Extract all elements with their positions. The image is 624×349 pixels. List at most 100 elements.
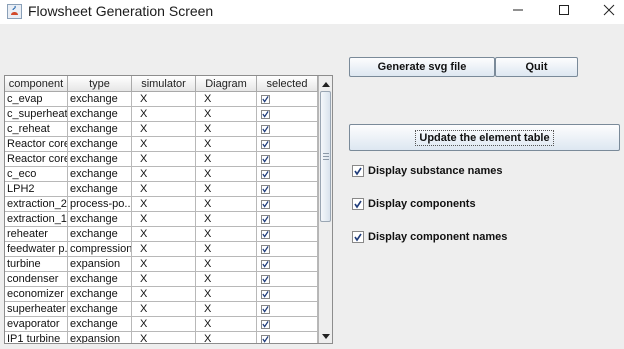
table-row[interactable]: condenser exchange X X xyxy=(5,272,318,287)
checkbox[interactable] xyxy=(352,198,364,210)
column-header-diagram[interactable]: Diagram xyxy=(196,76,257,92)
table-row[interactable]: c_reheat exchange X X xyxy=(5,122,318,137)
cell-diagram[interactable]: X xyxy=(196,332,257,343)
cell-component[interactable]: superheater xyxy=(5,302,68,317)
selected-checkbox[interactable] xyxy=(261,109,270,119)
vertical-scrollbar[interactable] xyxy=(318,76,332,343)
minimize-button[interactable] xyxy=(496,0,540,24)
cell-type[interactable]: process-po... xyxy=(68,197,132,212)
cell-selected[interactable] xyxy=(257,272,318,287)
selected-checkbox[interactable] xyxy=(261,154,270,164)
cell-selected[interactable] xyxy=(257,122,318,137)
cell-simulator[interactable]: X xyxy=(132,212,196,227)
scroll-down-button[interactable] xyxy=(319,329,332,343)
cell-selected[interactable] xyxy=(257,137,318,152)
cell-type[interactable]: exchange xyxy=(68,137,132,152)
cell-type[interactable]: expansion xyxy=(68,332,132,343)
cell-selected[interactable] xyxy=(257,107,318,122)
cell-selected[interactable] xyxy=(257,257,318,272)
cell-selected[interactable] xyxy=(257,242,318,257)
cell-simulator[interactable]: X xyxy=(132,107,196,122)
checkbox[interactable] xyxy=(352,165,364,177)
table-row[interactable]: extraction_1 exchange X X xyxy=(5,212,318,227)
checkbox[interactable] xyxy=(352,231,364,243)
cell-selected[interactable] xyxy=(257,317,318,332)
table-row[interactable]: c_evap exchange X X xyxy=(5,92,318,107)
cell-component[interactable]: Reactor core xyxy=(5,137,68,152)
selected-checkbox[interactable] xyxy=(261,244,270,254)
cell-component[interactable]: feedwater p... xyxy=(5,242,68,257)
table-row[interactable]: reheater exchange X X xyxy=(5,227,318,242)
table-row[interactable]: feedwater p... compression X X xyxy=(5,242,318,257)
cell-diagram[interactable]: X xyxy=(196,107,257,122)
cell-diagram[interactable]: X xyxy=(196,227,257,242)
close-button[interactable] xyxy=(587,0,624,24)
selected-checkbox[interactable] xyxy=(261,199,270,209)
table-row[interactable]: c_superheat exchange X X xyxy=(5,107,318,122)
cell-component[interactable]: reheater xyxy=(5,227,68,242)
cell-simulator[interactable]: X xyxy=(132,167,196,182)
cell-simulator[interactable]: X xyxy=(132,152,196,167)
cell-component[interactable]: IP1 turbine xyxy=(5,332,68,343)
selected-checkbox[interactable] xyxy=(261,274,270,284)
cell-type[interactable]: exchange xyxy=(68,122,132,137)
cell-simulator[interactable]: X xyxy=(132,317,196,332)
cell-simulator[interactable]: X xyxy=(132,242,196,257)
cell-simulator[interactable]: X xyxy=(132,257,196,272)
cell-simulator[interactable]: X xyxy=(132,287,196,302)
cell-diagram[interactable]: X xyxy=(196,257,257,272)
selected-checkbox[interactable] xyxy=(261,319,270,329)
column-header-type[interactable]: type xyxy=(68,76,132,92)
cell-diagram[interactable]: X xyxy=(196,167,257,182)
cell-component[interactable]: extraction_1 xyxy=(5,212,68,227)
selected-checkbox[interactable] xyxy=(261,169,270,179)
cell-selected[interactable] xyxy=(257,332,318,343)
cell-component[interactable]: evaporator xyxy=(5,317,68,332)
cell-diagram[interactable]: X xyxy=(196,242,257,257)
cell-selected[interactable] xyxy=(257,182,318,197)
cell-type[interactable]: exchange xyxy=(68,107,132,122)
cell-selected[interactable] xyxy=(257,167,318,182)
column-header-simulator[interactable]: simulator xyxy=(132,76,196,92)
cell-simulator[interactable]: X xyxy=(132,227,196,242)
table-row[interactable]: LPH2 exchange X X xyxy=(5,182,318,197)
table-row[interactable]: c_eco exchange X X xyxy=(5,167,318,182)
cell-component[interactable]: c_eco xyxy=(5,167,68,182)
selected-checkbox[interactable] xyxy=(261,94,270,104)
selected-checkbox[interactable] xyxy=(261,124,270,134)
cell-selected[interactable] xyxy=(257,287,318,302)
table-row[interactable]: turbine expansion X X xyxy=(5,257,318,272)
cell-type[interactable]: exchange xyxy=(68,92,132,107)
cell-type[interactable]: exchange xyxy=(68,152,132,167)
cell-diagram[interactable]: X xyxy=(196,287,257,302)
cell-component[interactable]: extraction_2 xyxy=(5,197,68,212)
selected-checkbox[interactable] xyxy=(261,304,270,314)
cell-type[interactable]: exchange xyxy=(68,167,132,182)
cell-diagram[interactable]: X xyxy=(196,302,257,317)
table-row[interactable]: extraction_2 process-po... X X xyxy=(5,197,318,212)
scrollbar-thumb[interactable] xyxy=(320,91,331,222)
cell-component[interactable]: c_reheat xyxy=(5,122,68,137)
cell-diagram[interactable]: X xyxy=(196,152,257,167)
cell-diagram[interactable]: X xyxy=(196,317,257,332)
option-display-components[interactable]: Display components xyxy=(352,196,476,212)
cell-selected[interactable] xyxy=(257,212,318,227)
option-display-component-names[interactable]: Display component names xyxy=(352,229,507,245)
selected-checkbox[interactable] xyxy=(261,259,270,269)
selected-checkbox[interactable] xyxy=(261,214,270,224)
cell-diagram[interactable]: X xyxy=(196,197,257,212)
table-row[interactable]: superheater exchange X X xyxy=(5,302,318,317)
cell-selected[interactable] xyxy=(257,302,318,317)
cell-type[interactable]: exchange xyxy=(68,227,132,242)
table-row[interactable]: Reactor core exchange X X xyxy=(5,152,318,167)
cell-simulator[interactable]: X xyxy=(132,332,196,343)
cell-simulator[interactable]: X xyxy=(132,92,196,107)
update-element-table-button[interactable]: Update the element table xyxy=(349,124,620,151)
cell-diagram[interactable]: X xyxy=(196,182,257,197)
cell-type[interactable]: exchange xyxy=(68,317,132,332)
scroll-up-button[interactable] xyxy=(319,76,332,90)
cell-component[interactable]: economizer xyxy=(5,287,68,302)
cell-simulator[interactable]: X xyxy=(132,137,196,152)
cell-type[interactable]: exchange xyxy=(68,212,132,227)
cell-component[interactable]: Reactor core xyxy=(5,152,68,167)
